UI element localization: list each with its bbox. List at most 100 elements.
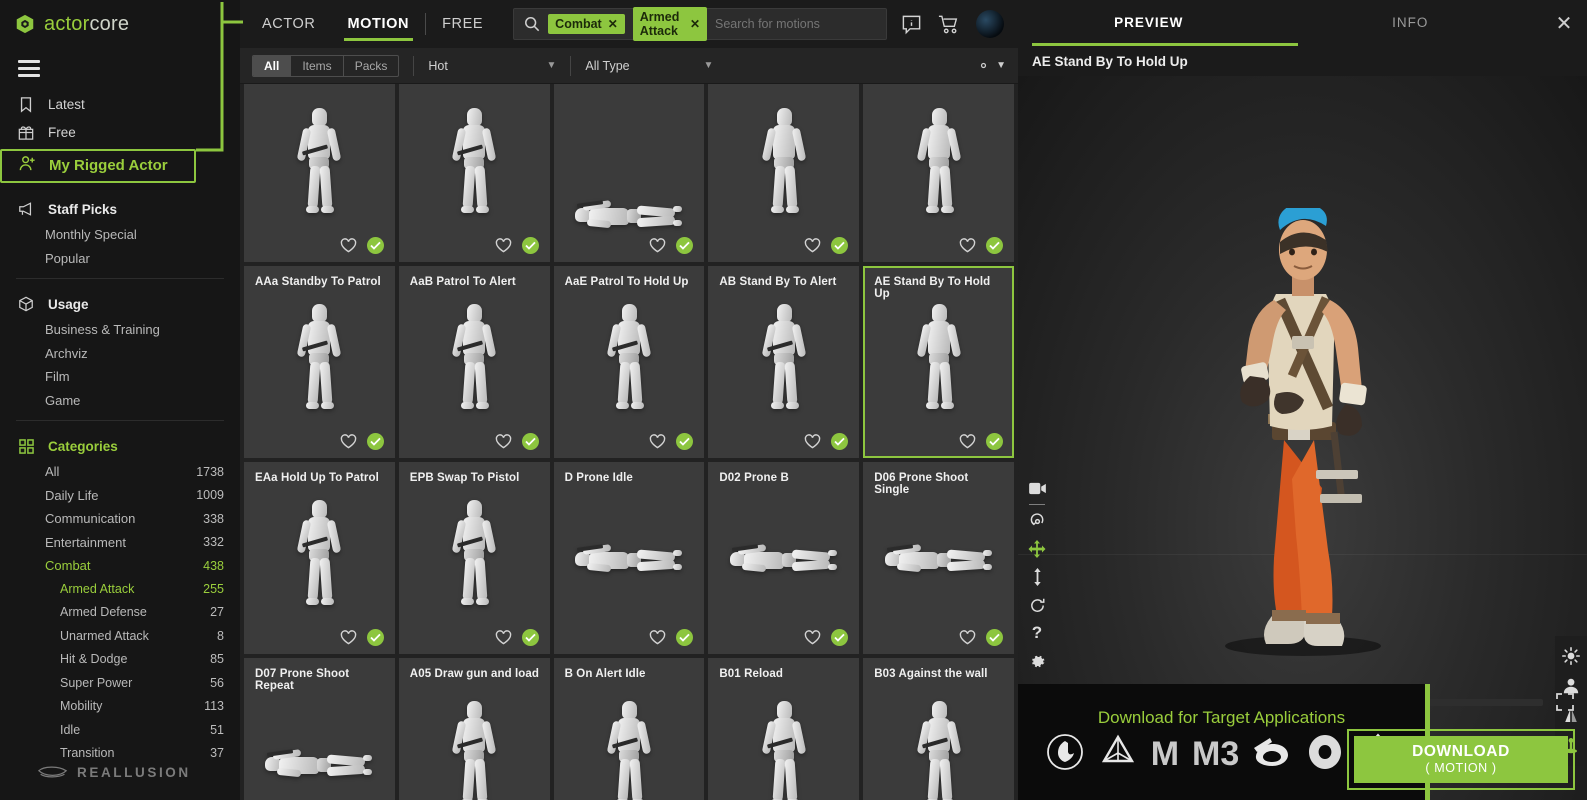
motion-card[interactable]: AaB Patrol To Alert: [398, 266, 550, 458]
3d-viewport[interactable]: ? Download for Target Applications M M3: [1018, 76, 1587, 800]
sidebar-category-combat[interactable]: Combat 438: [0, 554, 240, 577]
tab-actor[interactable]: ACTOR: [246, 0, 332, 48]
camera-icon[interactable]: [1022, 474, 1052, 502]
tab-free[interactable]: FREE: [426, 0, 499, 48]
filter-chip-armed-attack[interactable]: Armed Attack ✕: [632, 7, 707, 41]
search-bar[interactable]: Combat ✕ Armed Attack ✕: [513, 7, 887, 41]
help-icon[interactable]: ?: [1022, 619, 1052, 647]
info-message-icon[interactable]: [901, 14, 922, 35]
motion-card[interactable]: AAa Standby To Patrol: [244, 266, 395, 458]
vertical-arrow-icon[interactable]: [1022, 563, 1052, 591]
sidebar-item-business-training[interactable]: Business & Training: [0, 318, 240, 341]
favorite-heart-icon[interactable]: [495, 238, 512, 253]
motion-card[interactable]: EAa Hold Up To Patrol: [244, 462, 395, 654]
favorite-heart-icon[interactable]: [649, 630, 666, 645]
sidebar-item-my-rigged-actor[interactable]: My Rigged Actor: [0, 148, 196, 183]
motion-card[interactable]: [863, 84, 1014, 262]
filter-chip-combat[interactable]: Combat ✕: [548, 14, 625, 34]
motion-card[interactable]: A05 Draw gun and load: [398, 658, 550, 800]
unity-icon[interactable]: [1098, 732, 1138, 777]
sidebar-category-daily-life[interactable]: Daily Life 1009: [0, 483, 240, 506]
favorite-heart-icon[interactable]: [649, 238, 666, 253]
favorite-heart-icon[interactable]: [804, 630, 821, 645]
fullscreen-icon[interactable]: [1555, 692, 1575, 712]
sidebar-item-game[interactable]: Game: [0, 388, 240, 411]
cinema4d-icon[interactable]: [1305, 732, 1345, 777]
sidebar-item-latest[interactable]: Latest: [0, 91, 240, 118]
download-motion-button[interactable]: DOWNLOAD ( MOTION ): [1354, 736, 1568, 783]
favorite-heart-icon[interactable]: [340, 434, 357, 449]
motion-card[interactable]: D Prone Idle: [553, 462, 705, 654]
motion-card[interactable]: D06 Prone Shoot Single: [863, 462, 1014, 654]
motion-card[interactable]: [398, 84, 550, 262]
sort-dropdown[interactable]: Hot ▼: [428, 59, 556, 73]
motion-card[interactable]: [553, 84, 705, 262]
chip-label: Combat: [555, 17, 602, 31]
favorite-heart-icon[interactable]: [495, 434, 512, 449]
segment-items[interactable]: Items: [291, 55, 344, 76]
sidebar-category-armed-defense[interactable]: Armed Defense 27: [0, 601, 240, 624]
sidebar-category-entertainment[interactable]: Entertainment 332: [0, 530, 240, 553]
type-dropdown[interactable]: All Type ▼: [585, 59, 713, 73]
sidebar-category-communication[interactable]: Communication 338: [0, 507, 240, 530]
motion-grid-scroll[interactable]: AAa Standby To Patrol AaB Patrol To Aler…: [240, 84, 1018, 800]
motion-card[interactable]: D02 Prone B: [708, 462, 860, 654]
sidebar-item-film[interactable]: Film: [0, 365, 240, 388]
unreal-engine-icon[interactable]: [1045, 732, 1085, 777]
cart-icon[interactable]: [938, 14, 960, 35]
favorite-heart-icon[interactable]: [649, 434, 666, 449]
favorite-heart-icon[interactable]: [959, 434, 976, 449]
sidebar-section-staff-picks[interactable]: Staff Picks: [0, 196, 240, 223]
chip-remove-icon[interactable]: ✕: [608, 17, 618, 31]
close-icon[interactable]: ✕: [1541, 11, 1587, 36]
display-settings-button[interactable]: ▼: [976, 58, 1006, 73]
orbit-icon[interactable]: [1022, 507, 1052, 535]
sidebar-category-unarmed-attack[interactable]: Unarmed Attack 8: [0, 624, 240, 647]
brightness-icon[interactable]: [1556, 641, 1586, 671]
sidebar-category-mobility[interactable]: Mobility 113: [0, 695, 240, 718]
sidebar-section-usage[interactable]: Usage: [0, 291, 240, 318]
motion-card[interactable]: B On Alert Idle: [553, 658, 705, 800]
motion-card[interactable]: AaE Patrol To Hold Up: [553, 266, 705, 458]
sidebar-category-idle[interactable]: Idle 51: [0, 718, 240, 741]
favorite-heart-icon[interactable]: [804, 238, 821, 253]
chip-remove-icon[interactable]: ✕: [690, 17, 700, 31]
sidebar-category-hit-dodge[interactable]: Hit & Dodge 85: [0, 648, 240, 671]
settings-gear-icon[interactable]: [1022, 647, 1052, 675]
sidebar-category-armed-attack[interactable]: Armed Attack 255: [0, 577, 240, 600]
favorite-heart-icon[interactable]: [495, 630, 512, 645]
segment-packs[interactable]: Packs: [344, 56, 399, 76]
sidebar-item-archviz[interactable]: Archviz: [0, 342, 240, 365]
sidebar-item-popular[interactable]: Popular: [0, 246, 240, 269]
search-input[interactable]: [715, 17, 876, 31]
sidebar-category-transition[interactable]: Transition 37: [0, 741, 240, 764]
motion-card[interactable]: [708, 84, 860, 262]
tab-info[interactable]: INFO: [1280, 0, 1542, 46]
sidebar-item-monthly-special[interactable]: Monthly Special: [0, 223, 240, 246]
motion-card-selected[interactable]: AE Stand By To Hold Up: [863, 266, 1014, 458]
favorite-heart-icon[interactable]: [959, 238, 976, 253]
motion-card[interactable]: [244, 84, 395, 262]
favorite-heart-icon[interactable]: [804, 434, 821, 449]
brand-logo[interactable]: actorcore: [0, 0, 240, 46]
tab-preview[interactable]: PREVIEW: [1018, 0, 1280, 46]
avatar[interactable]: [976, 10, 1004, 38]
favorite-heart-icon[interactable]: [340, 238, 357, 253]
menu-hamburger-icon[interactable]: [0, 46, 46, 91]
reset-rotate-icon[interactable]: [1022, 591, 1052, 619]
favorite-heart-icon[interactable]: [340, 630, 357, 645]
sidebar-section-categories[interactable]: Categories: [0, 433, 240, 460]
pan-move-icon[interactable]: [1022, 535, 1052, 563]
sidebar-category-super-power[interactable]: Super Power 56: [0, 671, 240, 694]
motion-card[interactable]: AB Stand By To Alert: [708, 266, 860, 458]
sidebar-category-all[interactable]: All 1738: [0, 460, 240, 483]
blender-icon[interactable]: [1252, 734, 1292, 775]
motion-card[interactable]: D07 Prone Shoot Repeat: [244, 658, 395, 800]
tab-motion[interactable]: MOTION: [332, 0, 426, 48]
favorite-heart-icon[interactable]: [959, 630, 976, 645]
motion-card[interactable]: EPB Swap To Pistol: [398, 462, 550, 654]
sidebar-item-free[interactable]: Free: [0, 119, 240, 146]
segment-all[interactable]: All: [253, 55, 292, 76]
motion-card[interactable]: B01 Reload: [708, 658, 860, 800]
motion-card[interactable]: B03 Against the wall: [863, 658, 1014, 800]
